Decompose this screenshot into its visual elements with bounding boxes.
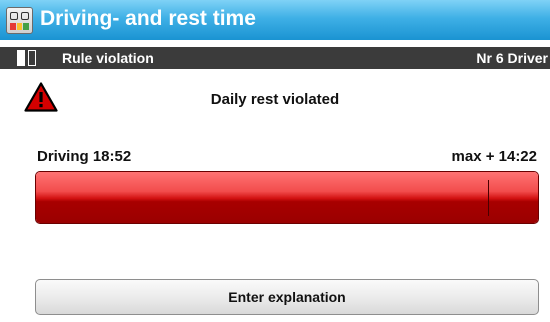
window-title: Driving- and rest time	[40, 7, 256, 30]
title-bar: Driving- and rest time	[0, 0, 550, 40]
tachograph-app-icon	[6, 7, 33, 34]
driving-time-label: Driving 18:52	[37, 148, 132, 165]
progress-fill	[36, 172, 538, 223]
driver-card-slots-icon	[17, 50, 37, 66]
violation-message: Daily rest violated	[210, 91, 340, 108]
enter-explanation-button[interactable]: Enter explanation	[35, 279, 539, 315]
rule-violation-label: Rule violation	[62, 50, 154, 66]
max-exceeded-label: max + 14:22	[451, 148, 537, 165]
driving-time-progress-bar	[35, 171, 539, 224]
status-header: Rule violation Nr 6 Driver	[0, 47, 550, 69]
limit-marker	[488, 180, 489, 216]
driver-number-label: Nr 6 Driver	[476, 50, 548, 66]
